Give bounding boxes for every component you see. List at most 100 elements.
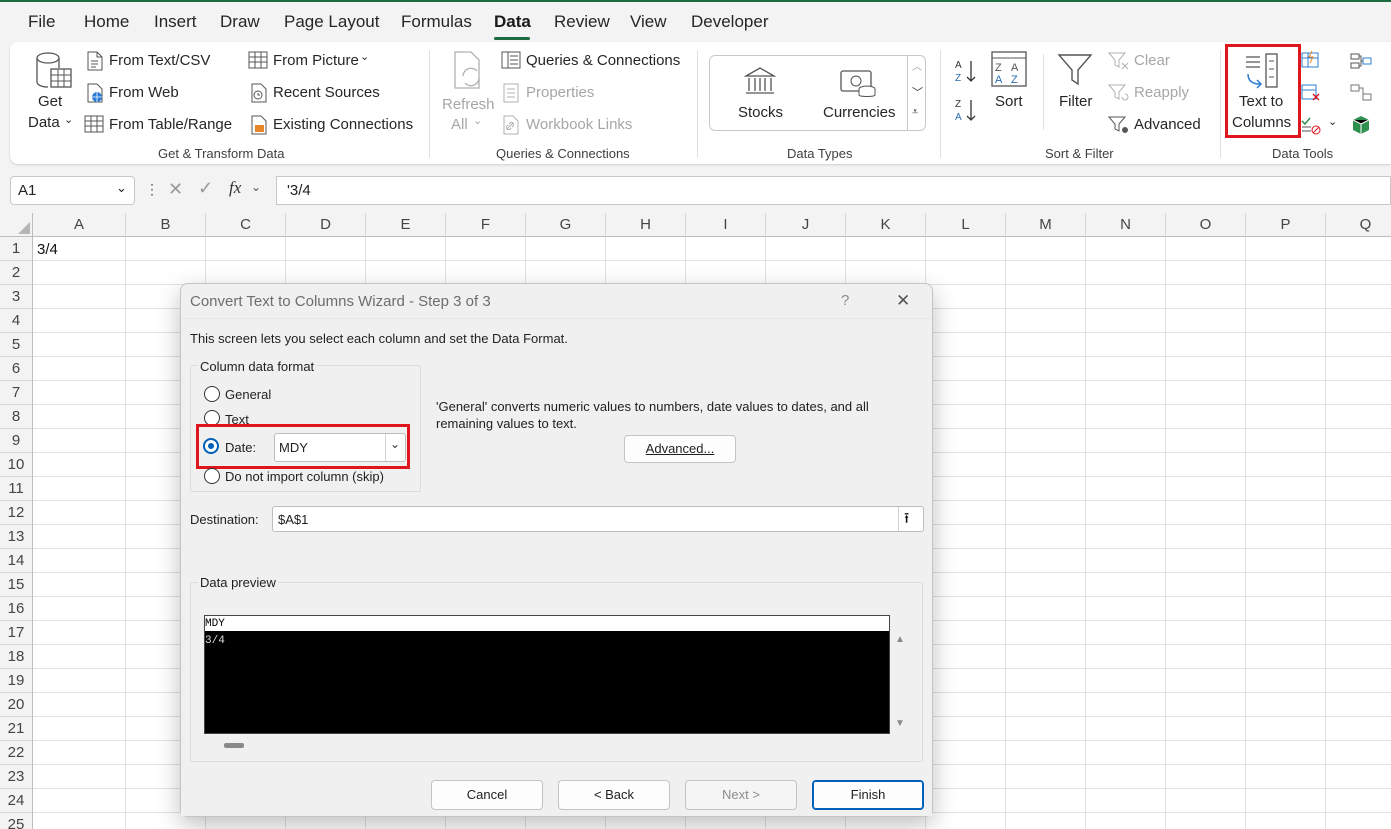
formula-input[interactable]: '3/4 [276, 176, 1391, 205]
radio-skip[interactable] [204, 468, 220, 484]
scroll-up-icon[interactable]: ▲ [895, 634, 905, 645]
properties-label: Properties [526, 84, 595, 101]
row-header[interactable]: 13 [0, 525, 33, 549]
row-header[interactable]: 23 [0, 765, 33, 789]
row-header[interactable]: 20 [0, 693, 33, 717]
row-header[interactable]: 15 [0, 573, 33, 597]
column-header[interactable]: L [926, 213, 1006, 237]
radio-general[interactable] [204, 386, 220, 402]
menu-insert[interactable]: Insert [154, 12, 197, 32]
row-header[interactable]: 21 [0, 717, 33, 741]
collapse-dialog-icon[interactable]: ⭱ [904, 508, 909, 533]
row-header[interactable]: 22 [0, 741, 33, 765]
consolidate-icon[interactable] [1350, 51, 1372, 71]
row-header[interactable]: 4 [0, 309, 33, 333]
column-header[interactable]: E [366, 213, 446, 237]
back-button[interactable]: < Back [558, 780, 670, 810]
workbook-links-label: Workbook Links [526, 116, 633, 133]
column-header[interactable]: Q [1326, 213, 1391, 237]
column-header[interactable]: I [686, 213, 766, 237]
menu-draw[interactable]: Draw [220, 12, 260, 32]
destination-input[interactable]: $A$1 ⭱ [272, 506, 924, 532]
menu-data[interactable]: Data [494, 12, 531, 32]
refresh-label-2: All [451, 116, 468, 133]
scroll-down-icon[interactable]: ▼ [895, 718, 905, 729]
row-header[interactable]: 10 [0, 453, 33, 477]
column-header[interactable]: F [446, 213, 526, 237]
more-options-icon: ⋮ [145, 181, 159, 197]
row-header[interactable]: 2 [0, 261, 33, 285]
row-header[interactable]: 18 [0, 645, 33, 669]
column-header[interactable]: H [606, 213, 686, 237]
column-header[interactable]: K [846, 213, 926, 237]
column-header[interactable]: M [1006, 213, 1086, 237]
group-label-get-transform: Get & Transform Data [158, 146, 285, 161]
menu-view[interactable]: View [630, 12, 667, 32]
column-header[interactable]: D [286, 213, 366, 237]
horizontal-scroll-thumb[interactable] [224, 743, 244, 748]
chevron-down-icon[interactable]: ⌄ [251, 180, 261, 194]
column-header[interactable]: P [1246, 213, 1326, 237]
row-header[interactable]: 24 [0, 789, 33, 813]
chevron-up-icon: ︿ [912, 62, 922, 73]
row-header[interactable]: 6 [0, 357, 33, 381]
row-header[interactable]: 7 [0, 381, 33, 405]
row-header[interactable]: 17 [0, 621, 33, 645]
flash-fill-icon[interactable] [1300, 51, 1320, 69]
advanced-button[interactable]: Advanced... [624, 435, 736, 463]
menu-review[interactable]: Review [554, 12, 610, 32]
advanced-label: Advanced [1134, 116, 1201, 133]
data-preview-pane[interactable]: MDY 3/4 [204, 615, 890, 734]
data-validation-icon[interactable] [1300, 115, 1322, 135]
insert-function-icon[interactable]: fx [229, 178, 241, 198]
column-header[interactable]: G [526, 213, 606, 237]
row-header[interactable]: 11 [0, 477, 33, 501]
help-icon[interactable]: ? [841, 292, 849, 309]
chevron-down-icon[interactable]: ⌄ [1328, 115, 1337, 128]
menu-formulas[interactable]: Formulas [401, 12, 472, 32]
preview-data-cell: 3/4 [205, 635, 225, 647]
close-icon[interactable]: ✕ [896, 291, 910, 311]
cell-a1[interactable]: 3/4 [37, 241, 58, 258]
row-header[interactable]: 16 [0, 597, 33, 621]
select-all-corner[interactable] [0, 213, 33, 237]
data-model-icon[interactable] [1350, 115, 1372, 135]
row-header[interactable]: 12 [0, 501, 33, 525]
row-header[interactable]: 1 [0, 237, 33, 261]
column-header[interactable]: A [33, 213, 126, 237]
column-header[interactable]: J [766, 213, 846, 237]
column-header[interactable]: N [1086, 213, 1166, 237]
radio-general-label: General [225, 387, 272, 402]
reapply-label: Reapply [1134, 84, 1190, 101]
select-all-triangle-icon [18, 222, 30, 234]
refresh-label-1: Refresh [442, 96, 495, 113]
menu-file[interactable]: File [28, 12, 55, 32]
finish-button[interactable]: Finish [812, 780, 924, 810]
cancel-button[interactable]: Cancel [431, 780, 543, 810]
column-header[interactable]: O [1166, 213, 1246, 237]
name-box[interactable]: A1 ⌄ [10, 176, 135, 205]
menu-page-layout[interactable]: Page Layout [284, 12, 379, 32]
row-header[interactable]: 19 [0, 669, 33, 693]
highlight-box [196, 424, 410, 469]
gallery-scroll[interactable]: ︿ ﹀ ⩡ [907, 56, 926, 130]
row-header[interactable]: 25 [0, 813, 33, 829]
column-header[interactable]: B [126, 213, 206, 237]
row-header[interactable]: 5 [0, 333, 33, 357]
relationships-icon[interactable] [1350, 83, 1372, 103]
dialog-title: Convert Text to Columns Wizard - Step 3 … [190, 293, 491, 310]
row-header[interactable]: 14 [0, 549, 33, 573]
menu-home[interactable]: Home [84, 12, 129, 32]
cancel-entry-icon[interactable]: ✕ [168, 179, 183, 200]
row-header[interactable]: 3 [0, 285, 33, 309]
get-data-label-1: Get [38, 93, 63, 110]
remove-duplicates-icon[interactable] [1300, 83, 1322, 103]
column-format-legend: Column data format [198, 359, 317, 374]
bank-icon [743, 67, 777, 94]
menu-developer[interactable]: Developer [691, 12, 769, 32]
confirm-entry-icon[interactable]: ✓ [198, 178, 213, 199]
row-header[interactable]: 8 [0, 405, 33, 429]
svg-text:A: A [1011, 62, 1019, 74]
row-header[interactable]: 9 [0, 429, 33, 453]
column-header[interactable]: C [206, 213, 286, 237]
